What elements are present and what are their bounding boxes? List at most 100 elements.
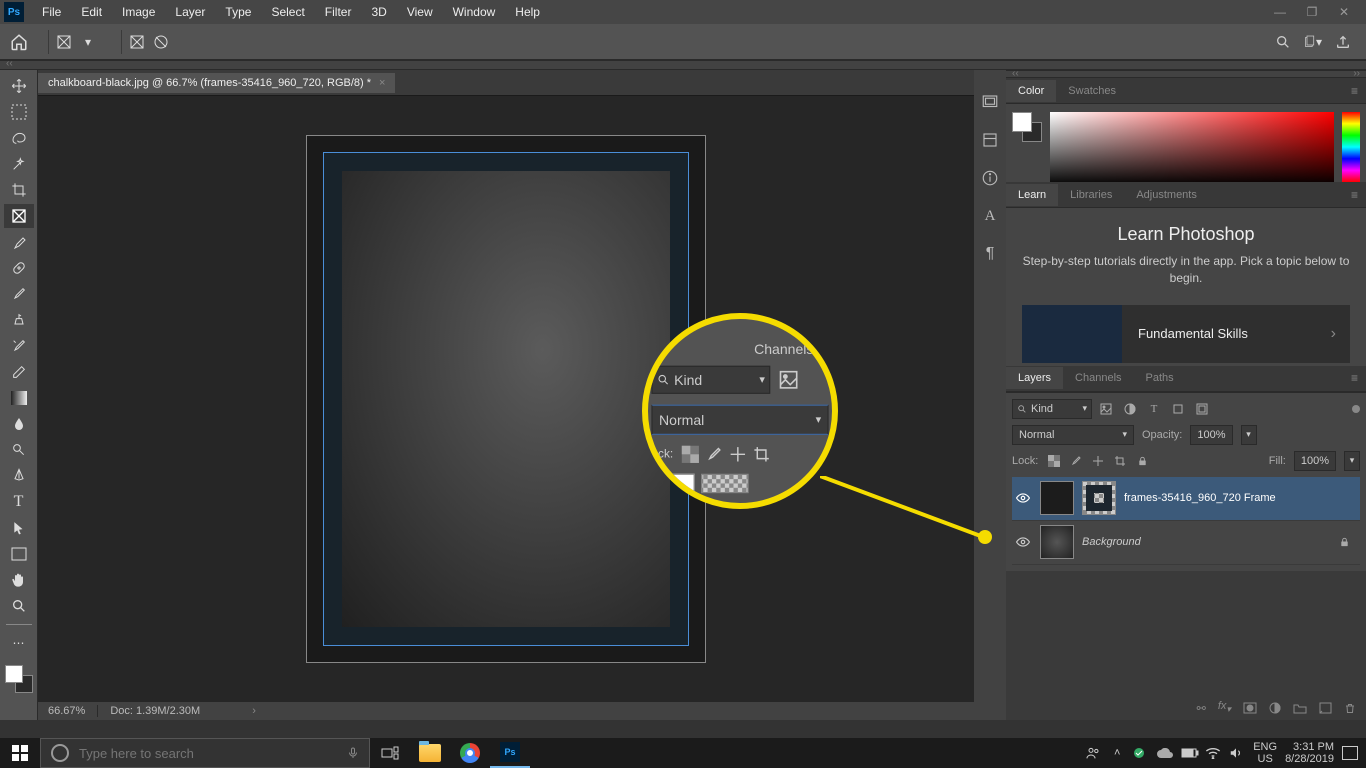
clone-stamp-tool-icon[interactable] bbox=[4, 308, 34, 332]
canvas-frame-selection[interactable] bbox=[323, 152, 689, 646]
tutorial-item[interactable]: Fundamental Skills › bbox=[1022, 305, 1350, 363]
type-tool-icon[interactable]: T bbox=[4, 490, 34, 514]
menu-filter[interactable]: Filter bbox=[315, 5, 362, 19]
brush-tool-icon[interactable] bbox=[4, 282, 34, 306]
menu-select[interactable]: Select bbox=[261, 5, 314, 19]
hand-tool-icon[interactable] bbox=[4, 568, 34, 592]
history-panel-icon[interactable] bbox=[980, 92, 1000, 112]
panel-menu-icon[interactable]: ≡ bbox=[1351, 371, 1366, 385]
panel-menu-icon[interactable]: ≡ bbox=[1351, 84, 1366, 98]
start-button[interactable] bbox=[0, 738, 40, 768]
frame-tool-preset-icon[interactable] bbox=[55, 33, 73, 51]
eyedropper-tool-icon[interactable] bbox=[4, 230, 34, 254]
notifications-icon[interactable] bbox=[1342, 746, 1358, 760]
search-input[interactable] bbox=[79, 746, 337, 761]
task-view-icon[interactable] bbox=[370, 738, 410, 768]
fill-chevron-icon[interactable]: ▾ bbox=[1344, 451, 1360, 471]
delete-layer-icon[interactable] bbox=[1344, 702, 1356, 715]
tray-battery-icon[interactable] bbox=[1181, 748, 1197, 758]
opacity-chevron-icon[interactable]: ▾ bbox=[1241, 425, 1257, 445]
layer-thumbnail[interactable] bbox=[1040, 525, 1074, 559]
new-layer-icon[interactable] bbox=[1319, 702, 1332, 714]
color-field[interactable] bbox=[1050, 112, 1334, 182]
tray-time[interactable]: 3:31 PM bbox=[1285, 741, 1334, 753]
gradient-tool-icon[interactable] bbox=[4, 386, 34, 410]
lock-position-icon[interactable] bbox=[1090, 453, 1106, 469]
move-tool-icon[interactable] bbox=[4, 74, 34, 98]
filter-shape-icon[interactable] bbox=[1170, 401, 1186, 417]
tab-swatches[interactable]: Swatches bbox=[1056, 80, 1128, 102]
layer-filter-type-dropdown[interactable]: Kind ▾ bbox=[1012, 399, 1092, 419]
filter-smartobject-icon[interactable] bbox=[1194, 401, 1210, 417]
fill-value-input[interactable]: 100% bbox=[1294, 451, 1336, 471]
home-icon[interactable] bbox=[8, 31, 30, 53]
blur-tool-icon[interactable] bbox=[4, 412, 34, 436]
lock-pixels-icon[interactable] bbox=[1068, 453, 1084, 469]
layer-row[interactable]: Background bbox=[1012, 521, 1360, 565]
menu-view[interactable]: View bbox=[397, 5, 443, 19]
tray-expand-icon[interactable]: ˄ bbox=[1109, 747, 1125, 759]
lasso-tool-icon[interactable] bbox=[4, 126, 34, 150]
lock-artboard-icon[interactable] bbox=[1112, 453, 1128, 469]
properties-panel-icon[interactable] bbox=[980, 130, 1000, 150]
hue-slider[interactable] bbox=[1342, 112, 1360, 182]
menu-type[interactable]: Type bbox=[215, 5, 261, 19]
pen-tool-icon[interactable] bbox=[4, 464, 34, 488]
tab-learn[interactable]: Learn bbox=[1006, 184, 1058, 206]
menu-edit[interactable]: Edit bbox=[71, 5, 112, 19]
filter-pixel-icon[interactable] bbox=[1098, 401, 1114, 417]
tray-wifi-icon[interactable] bbox=[1205, 747, 1221, 759]
file-explorer-icon[interactable] bbox=[410, 738, 450, 768]
layer-visibility-icon[interactable] bbox=[1016, 493, 1032, 503]
tray-lang2[interactable]: US bbox=[1253, 753, 1277, 765]
layer-visibility-icon[interactable] bbox=[1016, 537, 1032, 547]
status-chevron-icon[interactable]: › bbox=[252, 705, 256, 717]
menu-layer[interactable]: Layer bbox=[165, 5, 215, 19]
lock-all-icon[interactable] bbox=[1134, 453, 1150, 469]
rectangle-tool-icon[interactable] bbox=[4, 542, 34, 566]
filter-type-icon[interactable]: T bbox=[1146, 401, 1162, 417]
link-layers-icon[interactable]: ⚯ bbox=[1197, 702, 1206, 715]
eraser-tool-icon[interactable] bbox=[4, 360, 34, 384]
tab-layers[interactable]: Layers bbox=[1006, 367, 1063, 389]
tray-antivirus-icon[interactable] bbox=[1133, 747, 1149, 759]
people-icon[interactable] bbox=[1085, 745, 1101, 761]
zoom-level[interactable]: 66.67% bbox=[48, 705, 85, 717]
document-tab[interactable]: chalkboard-black.jpg @ 66.7% (frames-354… bbox=[38, 73, 395, 93]
window-close-icon[interactable]: ✕ bbox=[1338, 5, 1350, 19]
document-list-icon[interactable]: ▾ bbox=[1304, 33, 1322, 51]
layer-row[interactable]: frames-35416_960_720 Frame bbox=[1012, 477, 1360, 521]
search-icon[interactable] bbox=[1274, 33, 1292, 51]
filter-adjustment-icon[interactable] bbox=[1122, 401, 1138, 417]
layer-mask-icon[interactable] bbox=[1243, 702, 1257, 714]
menu-window[interactable]: Window bbox=[443, 5, 506, 19]
tray-lang1[interactable]: ENG bbox=[1253, 741, 1277, 753]
info-panel-icon[interactable] bbox=[980, 168, 1000, 188]
color-swatch-selector[interactable] bbox=[5, 665, 33, 693]
menu-3d[interactable]: 3D bbox=[361, 5, 396, 19]
menu-file[interactable]: File bbox=[32, 5, 71, 19]
crop-tool-icon[interactable] bbox=[4, 178, 34, 202]
layer-thumbnail[interactable] bbox=[1040, 481, 1074, 515]
group-layers-icon[interactable] bbox=[1293, 702, 1307, 714]
lock-transparency-icon[interactable] bbox=[1046, 453, 1062, 469]
tab-libraries[interactable]: Libraries bbox=[1058, 184, 1124, 206]
tray-onedrive-icon[interactable] bbox=[1157, 748, 1173, 758]
magic-wand-tool-icon[interactable] bbox=[4, 152, 34, 176]
frame-ellipse-icon[interactable] bbox=[152, 33, 170, 51]
chrome-icon[interactable] bbox=[450, 738, 490, 768]
tab-channels[interactable]: Channels bbox=[1063, 367, 1133, 389]
frame-thumbnail[interactable] bbox=[1082, 481, 1116, 515]
edit-toolbar-icon[interactable]: ⋯ bbox=[4, 631, 34, 655]
chevron-down-icon[interactable]: ▾ bbox=[79, 33, 97, 51]
paragraph-panel-icon[interactable]: ¶ bbox=[980, 244, 1000, 264]
frame-rect-icon[interactable] bbox=[128, 33, 146, 51]
tab-adjustments[interactable]: Adjustments bbox=[1124, 184, 1209, 206]
dodge-tool-icon[interactable] bbox=[4, 438, 34, 462]
tab-paths[interactable]: Paths bbox=[1134, 367, 1186, 389]
tray-date[interactable]: 8/28/2019 bbox=[1285, 753, 1334, 765]
layer-name[interactable]: Background bbox=[1082, 536, 1141, 548]
frame-tool-icon[interactable] bbox=[4, 204, 34, 228]
marquee-tool-icon[interactable] bbox=[4, 100, 34, 124]
layer-name[interactable]: frames-35416_960_720 Frame bbox=[1124, 492, 1276, 504]
